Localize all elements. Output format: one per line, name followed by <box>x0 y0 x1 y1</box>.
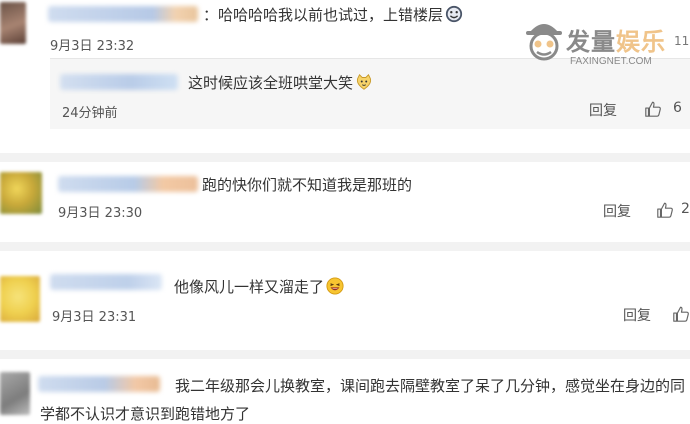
section-separator <box>0 242 690 251</box>
avatar[interactable] <box>0 276 40 322</box>
avatar[interactable] <box>0 372 30 415</box>
cat-emoji-icon <box>356 74 372 90</box>
laughing-emoji-icon <box>326 277 344 295</box>
section-separator <box>0 153 690 162</box>
like-count: 6 <box>673 100 682 116</box>
reply-time: 24分钟前 <box>62 106 118 121</box>
hat-face-icon <box>526 24 562 61</box>
reply-text: 这时候应该全班哄堂大笑 <box>188 72 373 93</box>
reply-button[interactable]: 回复 <box>623 305 651 325</box>
comment-text: 跑的快你们就不知道我是那班的 <box>202 176 413 194</box>
avatar[interactable] <box>0 2 26 44</box>
comment-text: ：哈哈哈哈我以前也试过，上错楼层 <box>203 4 463 25</box>
thumb-up-icon[interactable] <box>644 100 662 118</box>
reply-button[interactable]: 回复 <box>589 100 617 120</box>
watermark-brand: 发量娱乐 <box>566 28 666 56</box>
username-blurred[interactable] <box>58 176 198 192</box>
comment-text: 我二年级那会儿换教室，课间跑去隔壁教室了呆了几分钟，感觉坐在身边的同 <box>175 377 686 395</box>
like-count: 2 <box>681 201 690 217</box>
username-blurred[interactable] <box>48 6 198 22</box>
watermark-url: FAXINGNET.COM <box>570 56 652 67</box>
reply-button[interactable]: 回复 <box>603 201 631 221</box>
section-separator <box>0 350 690 359</box>
watermark: 发量娱乐 FAXINGNET.COM 118 <box>518 14 690 76</box>
comment-time: 9月3日 23:32 <box>50 39 135 54</box>
thumb-up-icon[interactable] <box>656 201 674 219</box>
comment-text: 他像风儿一样又溜走了 <box>174 276 344 297</box>
comment-text-continued: 学都不认识才意识到跑错地方了 <box>40 405 251 423</box>
thumb-up-icon[interactable] <box>672 305 690 323</box>
username-blurred[interactable] <box>50 274 162 290</box>
comment-time: 9月3日 23:30 <box>58 206 143 221</box>
grin-emoji-icon <box>445 5 463 23</box>
partial-count: 118 <box>674 34 690 48</box>
username-blurred[interactable] <box>60 74 178 90</box>
comment-time: 9月3日 23:31 <box>52 310 137 325</box>
avatar[interactable] <box>0 172 42 214</box>
username-blurred[interactable] <box>38 376 160 392</box>
